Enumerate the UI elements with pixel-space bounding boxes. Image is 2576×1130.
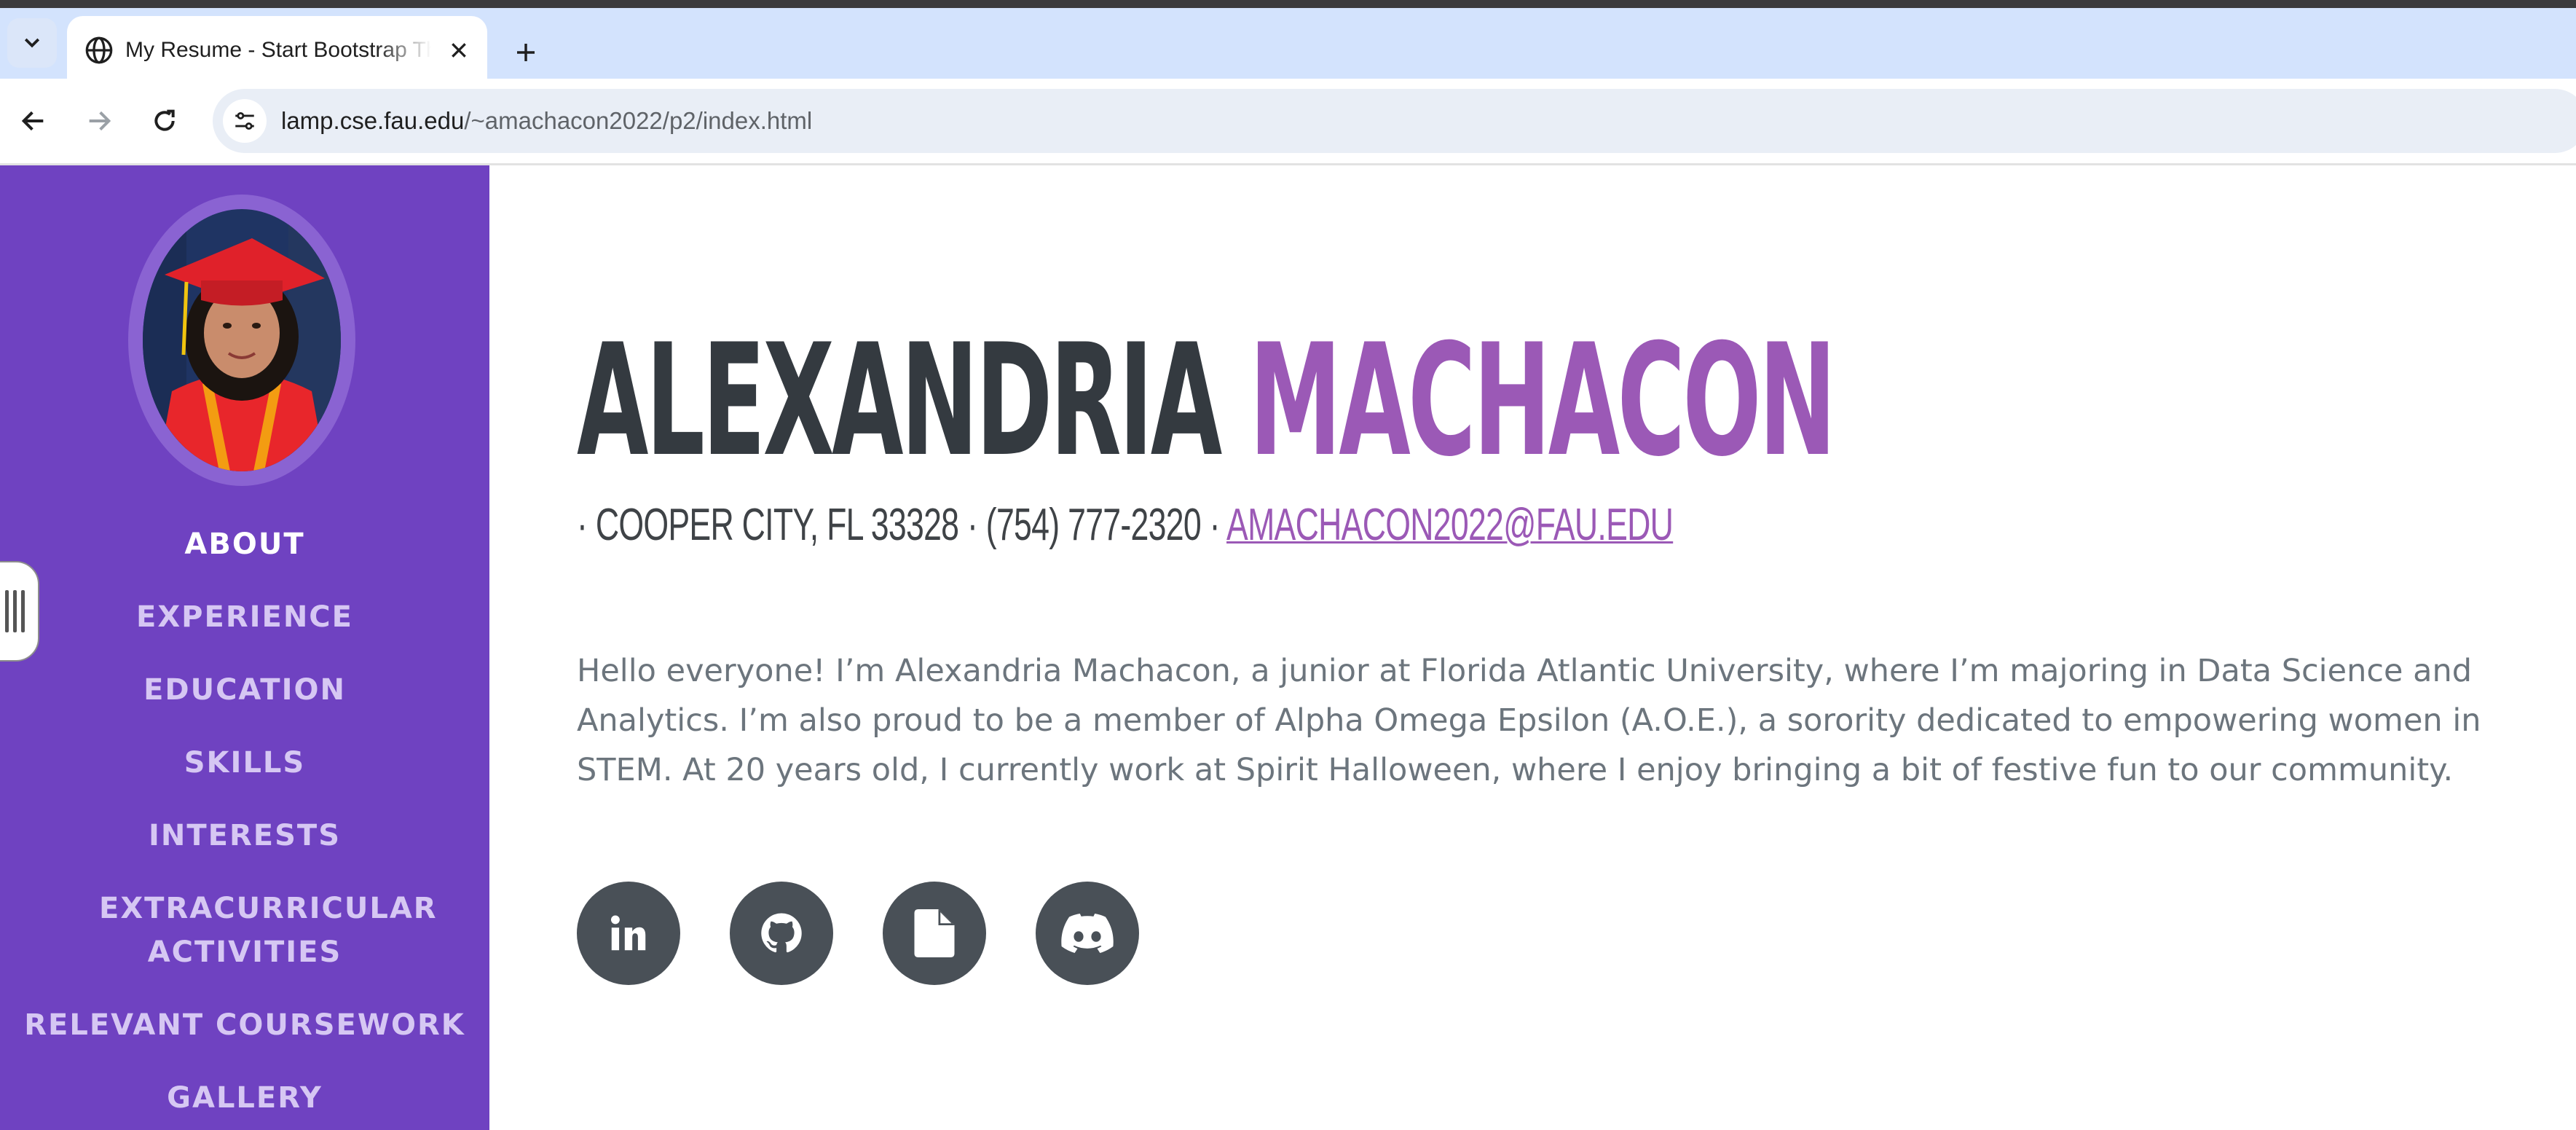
discord-button[interactable] <box>1036 882 1139 985</box>
first-name: ALEXANDRIA <box>577 310 1222 490</box>
url-path: /~amachacon2022/p2/index.html <box>464 107 813 134</box>
grip-bar <box>4 590 9 632</box>
nav-list: ABOUT EXPERIENCE EDUCATION SKILLS INTERE… <box>0 522 489 1130</box>
forward-button[interactable] <box>77 99 121 143</box>
profile-photo <box>143 209 341 471</box>
globe-icon <box>85 36 113 64</box>
reload-button[interactable] <box>143 99 186 143</box>
tab-close-button[interactable] <box>442 34 476 67</box>
sidebar-nav: ABOUT EXPERIENCE EDUCATION SKILLS INTERE… <box>0 165 489 1130</box>
browser-tab[interactable]: My Resume - Start Bootstrap Theme <box>67 16 487 87</box>
bio-text: Hello everyone! I’m Alexandria Machacon,… <box>577 653 2481 788</box>
linkedin-icon <box>610 915 646 951</box>
linkedin-button[interactable] <box>577 882 680 985</box>
chevron-down-icon <box>24 38 40 48</box>
about-section: ALEXANDRIA MACHACON · COOPER CITY, FL 33… <box>489 165 2576 1130</box>
arrow-right-icon <box>89 111 111 131</box>
discord-icon <box>1061 914 1114 953</box>
github-icon <box>761 913 802 953</box>
side-panel-handle[interactable] <box>0 561 39 662</box>
nav-item-experience[interactable]: EXPERIENCE <box>0 595 489 639</box>
page-title: ALEXANDRIA MACHACON <box>577 323 1836 478</box>
tab-bar: My Resume - Start Bootstrap Theme <box>0 8 2576 87</box>
github-button[interactable] <box>730 882 833 985</box>
nav-item-skills[interactable]: SKILLS <box>0 741 489 785</box>
browser-toolbar: lamp.cse.fau.edu/~amachacon2022/p2/index… <box>0 79 2576 163</box>
site-info-button[interactable] <box>223 99 267 143</box>
tab-search-button[interactable] <box>7 18 57 68</box>
new-tab-button[interactable] <box>503 29 549 76</box>
resume-button[interactable] <box>883 882 986 985</box>
back-button[interactable] <box>12 99 55 143</box>
plus-icon <box>517 44 535 61</box>
last-name: MACHACON <box>1249 310 1836 490</box>
url-host: lamp.cse.fau.edu <box>281 107 465 134</box>
tune-icon <box>235 111 254 130</box>
nav-item-gallery[interactable]: GALLERY <box>0 1076 489 1120</box>
grip-bar <box>20 590 25 632</box>
file-icon <box>914 909 955 957</box>
nav-item-relevant-coursework[interactable]: RELEVANT COURSEWORK <box>0 1003 489 1047</box>
tab-title: My Resume - Start Bootstrap Theme <box>125 38 431 62</box>
address-bar[interactable]: lamp.cse.fau.edu/~amachacon2022/p2/index… <box>213 89 2576 153</box>
nav-item-extracurricular-activities[interactable]: EXTRACURRICULAR ACTIVITIES <box>99 887 436 974</box>
nav-item-interests[interactable]: INTERESTS <box>0 814 489 858</box>
arrow-left-icon <box>21 111 44 131</box>
profile-photo-image <box>143 209 341 471</box>
email-link[interactable]: AMACHACON2022@FAU.EDU <box>1226 500 1674 550</box>
profile-frame <box>128 195 355 486</box>
close-icon <box>452 43 466 58</box>
grip-bar <box>12 590 17 632</box>
nav-item-education[interactable]: EDUCATION <box>0 668 489 712</box>
window-top-strip <box>0 0 2576 8</box>
reload-icon <box>154 109 175 131</box>
address-phone: · COOPER CITY, FL 33328 · (754) 777-2320… <box>577 500 1221 550</box>
url-text[interactable]: lamp.cse.fau.edu/~amachacon2022/p2/index… <box>281 105 812 137</box>
nav-item-about[interactable]: ABOUT <box>0 522 489 566</box>
contact-line: · COOPER CITY, FL 33328 · (754) 777-2320… <box>577 499 1674 552</box>
